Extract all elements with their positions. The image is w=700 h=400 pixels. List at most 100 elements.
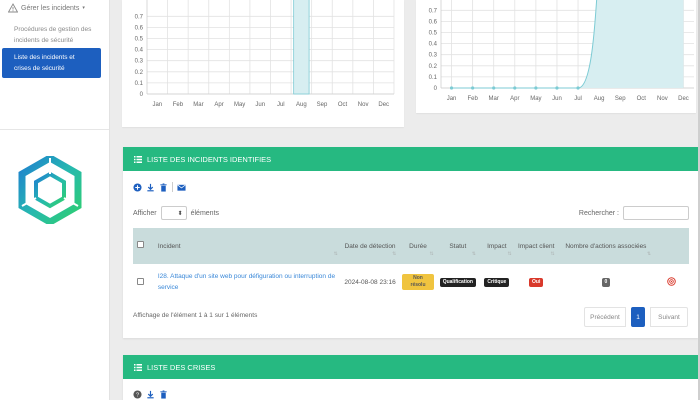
crises-title: LISTE DES CRISES <box>147 362 216 372</box>
select-all-checkbox[interactable] <box>137 240 145 248</box>
x-tick-label: May <box>234 102 245 108</box>
y-tick-label: 0.2 <box>429 64 438 70</box>
table-row[interactable]: I28. Attaque d'un site web pour défigura… <box>133 264 689 300</box>
toolbar-divider <box>172 182 173 192</box>
search-input[interactable] <box>623 206 689 220</box>
data-point <box>576 86 580 90</box>
crises-card: LISTE DES CRISES ? <box>123 355 698 400</box>
impact-client-badge: Oui <box>529 277 544 287</box>
x-tick-label: Nov <box>358 102 369 108</box>
search-control: Rechercher : <box>579 206 689 220</box>
incidents-bar-chart: 0 0.1 0.2 0.3 0.4 0.5 0.6 0.7 Jan Feb Mar Apr May Jun… <box>122 0 404 127</box>
trash-icon[interactable] <box>159 390 168 399</box>
incidents-table: Incident ⇅ Date de détection ⇅ Durée ⇅ Stat… <box>133 228 689 300</box>
area-fill <box>451 0 684 88</box>
x-tick-label: Mar <box>489 96 499 102</box>
crosshair-icon[interactable] <box>667 276 676 286</box>
x-tick-label: Dec <box>378 102 389 108</box>
col-duree[interactable]: Durée ⇅ <box>399 228 436 264</box>
download-icon[interactable] <box>146 183 155 192</box>
y-tick-label: 0.6 <box>135 25 144 31</box>
impact-badge: Critique <box>484 277 510 287</box>
x-tick-label: Sep <box>615 96 626 102</box>
data-point <box>513 86 517 90</box>
download-icon[interactable] <box>146 390 155 399</box>
select-all-header <box>133 228 149 264</box>
show-label: Afficher <box>133 209 157 217</box>
incidents-toolbar <box>133 182 186 192</box>
y-tick-label: 0.5 <box>429 31 438 37</box>
list-icon <box>134 363 142 371</box>
sort-icon: ⇅ <box>646 251 652 257</box>
x-tick-label: Jul <box>574 96 582 102</box>
x-tick-label: Sep <box>317 102 328 108</box>
col-incident[interactable]: Incident ⇅ <box>149 228 341 264</box>
y-tick-label: 0.3 <box>135 59 144 65</box>
caret-down-icon: ▾ <box>82 5 85 11</box>
sort-icon: ⇅ <box>507 251 512 257</box>
x-tick-label: Jan <box>152 102 162 108</box>
sidebar-item-liste-incidents[interactable]: Liste des incidents et crises de sécurit… <box>2 48 101 78</box>
col-date[interactable]: Date de détection ⇅ <box>341 228 399 264</box>
actions-count-badge: 0 <box>601 277 611 287</box>
search-label: Rechercher : <box>578 209 619 217</box>
x-tick-label: Feb <box>173 102 184 108</box>
y-tick-label: 0 <box>434 86 438 92</box>
chart-svg: 0 0.1 0.2 0.3 0.4 0.5 0.6 0.7 Jan Feb Mar Apr May Jun… <box>429 0 694 102</box>
row-select-cell <box>133 264 149 300</box>
list-icon <box>134 155 142 163</box>
x-tick-label: Aug <box>296 102 307 108</box>
sidebar-item-gerer-incidents[interactable]: Gérer les incidents ▾ <box>8 3 85 13</box>
x-tick-label: Aug <box>594 96 605 102</box>
trash-icon[interactable] <box>159 182 168 192</box>
x-tick-label: Oct <box>637 96 647 102</box>
x-tick-label: Jul <box>277 102 285 108</box>
x-tick-label: Apr <box>510 96 519 102</box>
col-extra <box>654 228 689 264</box>
y-tick-label: 0.4 <box>429 42 438 48</box>
col-impact[interactable]: Impact ⇅ <box>479 228 515 264</box>
x-tick-label: Jun <box>255 102 265 108</box>
y-tick-label: 0.5 <box>135 37 144 43</box>
data-point <box>555 86 559 90</box>
incidents-card: LISTE DES INCIDENTS IDENTIFIES Afficher … <box>123 147 698 338</box>
table-info: Affichage de l'élément 1 à 1 sur 1 éléme… <box>133 312 258 319</box>
data-point <box>449 86 454 90</box>
table-header-row: Incident ⇅ Date de détection ⇅ Durée ⇅ Stat… <box>133 228 689 264</box>
sidebar-item-procedures[interactable]: Procédures de gestion des incidents de s… <box>14 24 102 46</box>
actions-cell: 0 <box>558 264 654 300</box>
row-checkbox[interactable] <box>137 277 145 285</box>
y-tick-label: 0.2 <box>135 70 144 76</box>
entries-select[interactable]: ⬍ <box>160 206 187 220</box>
y-tick-label: 0 <box>140 92 144 98</box>
pagination-previous-button[interactable]: Précédent <box>584 307 626 327</box>
help-icon[interactable]: ? <box>133 390 142 399</box>
duree-badge: Non résolu <box>402 274 434 290</box>
x-tick-label: Mar <box>193 102 203 108</box>
x-tick-label: Feb <box>467 96 478 102</box>
sort-icon: ⇅ <box>333 251 338 257</box>
x-tick-label: Apr <box>214 102 223 108</box>
incident-link[interactable]: I28. Attaque d'un site web pour défigura… <box>158 271 338 293</box>
y-tick-label: 0.7 <box>429 8 438 14</box>
pagination-next-button[interactable]: Suivant <box>650 307 688 327</box>
pagination-page-button[interactable]: 1 <box>631 307 645 327</box>
sidebar: Gérer les incidents ▾ Procédures de gest… <box>0 0 110 400</box>
col-actions[interactable]: Nombre d'actions associées ⇅ <box>558 228 654 264</box>
entries-length-control: Afficher ⬍ éléments <box>133 206 219 220</box>
impact-client-cell: Oui <box>515 264 558 300</box>
col-impact-client[interactable]: Impact client ⇅ <box>515 228 558 264</box>
y-tick-label: 0.4 <box>135 48 144 54</box>
entries-label: éléments <box>190 209 220 217</box>
logo <box>18 156 82 224</box>
data-point <box>492 86 496 90</box>
add-icon[interactable] <box>133 182 142 192</box>
crises-toolbar: ? <box>133 390 168 399</box>
pagination: Précédent 1 Suivant <box>584 307 688 327</box>
sort-icon: ⇅ <box>392 251 397 257</box>
sidebar-parent-label: Gérer les incidents <box>21 4 80 12</box>
col-statut[interactable]: Statut ⇅ <box>437 228 479 264</box>
sort-icon: ⇅ <box>429 251 434 257</box>
mail-icon[interactable] <box>177 183 186 192</box>
row-action-cell <box>654 264 689 300</box>
